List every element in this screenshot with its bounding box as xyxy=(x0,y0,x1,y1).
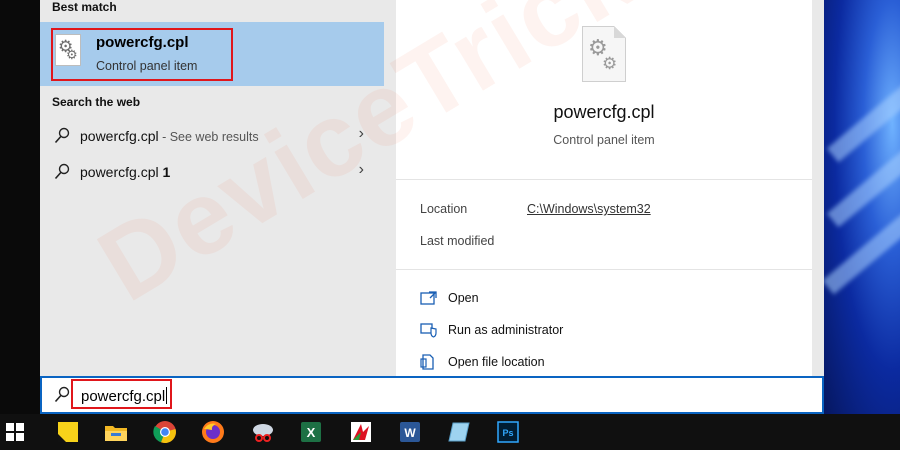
wps-icon[interactable] xyxy=(349,420,373,444)
search-icon xyxy=(54,163,70,180)
firefox-icon[interactable] xyxy=(201,420,225,444)
start-search-panel: Best match ⚙ ⚙ powercfg.cpl Control pane… xyxy=(40,0,824,376)
taskbar: X W Ps xyxy=(0,414,900,450)
action-label: Run as administrator xyxy=(448,323,564,337)
svg-text:X: X xyxy=(307,425,316,440)
preview-subtitle: Control panel item xyxy=(553,133,655,147)
preview-title: powercfg.cpl xyxy=(553,102,655,122)
web-result-item[interactable]: powercfg.cpl 1 › xyxy=(40,155,384,191)
open-window-icon xyxy=(420,291,437,305)
chevron-right-icon[interactable]: › xyxy=(359,161,364,179)
svg-text:Ps: Ps xyxy=(502,428,513,438)
action-label: Open file location xyxy=(448,355,545,369)
preview-pane: ⚙ ⚙ powercfg.cpl Control panel item Loca… xyxy=(396,0,812,376)
action-run-as-admin[interactable]: Run as administrator xyxy=(396,316,812,346)
chrome-icon[interactable] xyxy=(153,420,177,444)
action-open-file-location[interactable]: Open file location xyxy=(396,348,812,378)
windows-start-icon[interactable] xyxy=(6,423,24,441)
last-modified-label: Last modified xyxy=(420,234,495,248)
excel-icon[interactable]: X xyxy=(299,420,323,444)
search-icon xyxy=(54,386,70,403)
web-result-item[interactable]: powercfg.cpl - See web results › xyxy=(40,119,384,155)
highlight-box-best-match xyxy=(51,28,233,81)
results-list: Best match ⚙ ⚙ powercfg.cpl Control pane… xyxy=(40,0,384,376)
desktop-left-edge xyxy=(0,0,40,414)
web-result-query: powercfg.cpl xyxy=(80,164,159,180)
file-details: Location C:\Windows\system32 Last modifi… xyxy=(396,180,812,270)
snipping-tool-icon[interactable] xyxy=(251,420,275,444)
word-icon[interactable]: W xyxy=(398,420,422,444)
file-location-icon xyxy=(420,354,434,370)
action-open[interactable]: Open xyxy=(396,284,812,314)
file-explorer-icon[interactable] xyxy=(104,420,128,444)
shield-icon xyxy=(420,323,437,338)
search-icon xyxy=(54,127,70,144)
location-link[interactable]: C:\Windows\system32 xyxy=(527,202,651,216)
action-label: Open xyxy=(448,291,479,305)
web-result-suffix: 1 xyxy=(158,164,171,180)
chevron-right-icon[interactable]: › xyxy=(359,125,364,143)
best-match-label: Best match xyxy=(52,0,117,14)
location-label: Location xyxy=(420,202,468,216)
search-web-label: Search the web xyxy=(52,95,141,109)
highlight-box-search xyxy=(71,379,172,409)
preview-header: ⚙ ⚙ powercfg.cpl Control panel item xyxy=(396,0,812,180)
photoshop-icon[interactable]: Ps xyxy=(496,420,520,444)
svg-text:W: W xyxy=(404,426,416,440)
sticky-notes-icon[interactable] xyxy=(56,420,80,444)
notepad-icon[interactable] xyxy=(447,420,471,444)
control-panel-file-icon: ⚙ ⚙ xyxy=(582,26,626,82)
desktop-wallpaper xyxy=(824,0,900,414)
web-result-query: powercfg.cpl xyxy=(80,128,159,144)
web-result-suffix: - See web results xyxy=(158,130,259,144)
